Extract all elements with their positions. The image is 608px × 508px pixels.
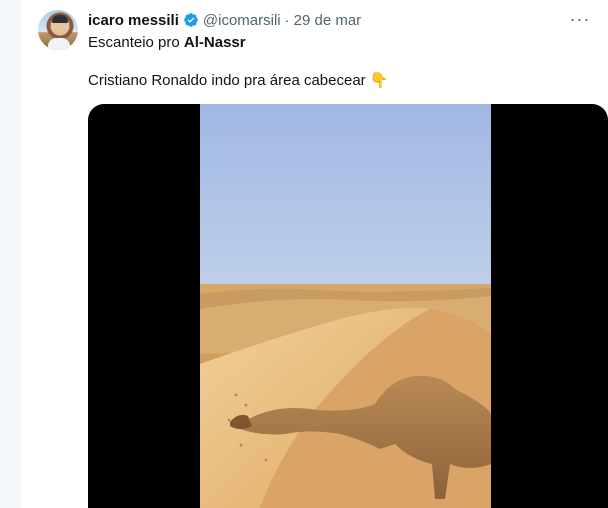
tweet-date[interactable]: 29 de mar xyxy=(294,12,362,29)
tweet-header: icaro messili @icomarsili · 29 de mar xyxy=(88,10,361,30)
avatar[interactable] xyxy=(38,10,78,50)
tweet-media-video[interactable] xyxy=(88,104,608,508)
tweet-body: Cristiano Ronaldo indo pra área cabecear xyxy=(88,72,366,89)
pointing-down-emoji: 👇 xyxy=(369,72,389,89)
desert-camel-image xyxy=(200,104,491,508)
more-options-icon[interactable]: ··· xyxy=(566,8,594,30)
reply-prefix: Escanteio pro xyxy=(88,34,180,51)
tweet-card[interactable]: icaro messili @icomarsili · 29 de mar ··… xyxy=(0,0,608,508)
verified-badge-icon xyxy=(183,12,199,28)
reply-context: Escanteio pro Al-Nassr xyxy=(88,34,246,51)
avatar-hat xyxy=(52,15,68,23)
left-gutter xyxy=(0,0,22,508)
video-frame xyxy=(200,104,491,508)
separator-dot: · xyxy=(284,11,290,29)
user-handle[interactable]: @icomarsili xyxy=(203,12,281,29)
reply-target[interactable]: Al-Nassr xyxy=(184,34,246,51)
avatar-shirt xyxy=(48,38,70,50)
tweet-text: Cristiano Ronaldo indo pra área cabecear… xyxy=(88,72,389,89)
display-name[interactable]: icaro messili xyxy=(88,12,179,29)
